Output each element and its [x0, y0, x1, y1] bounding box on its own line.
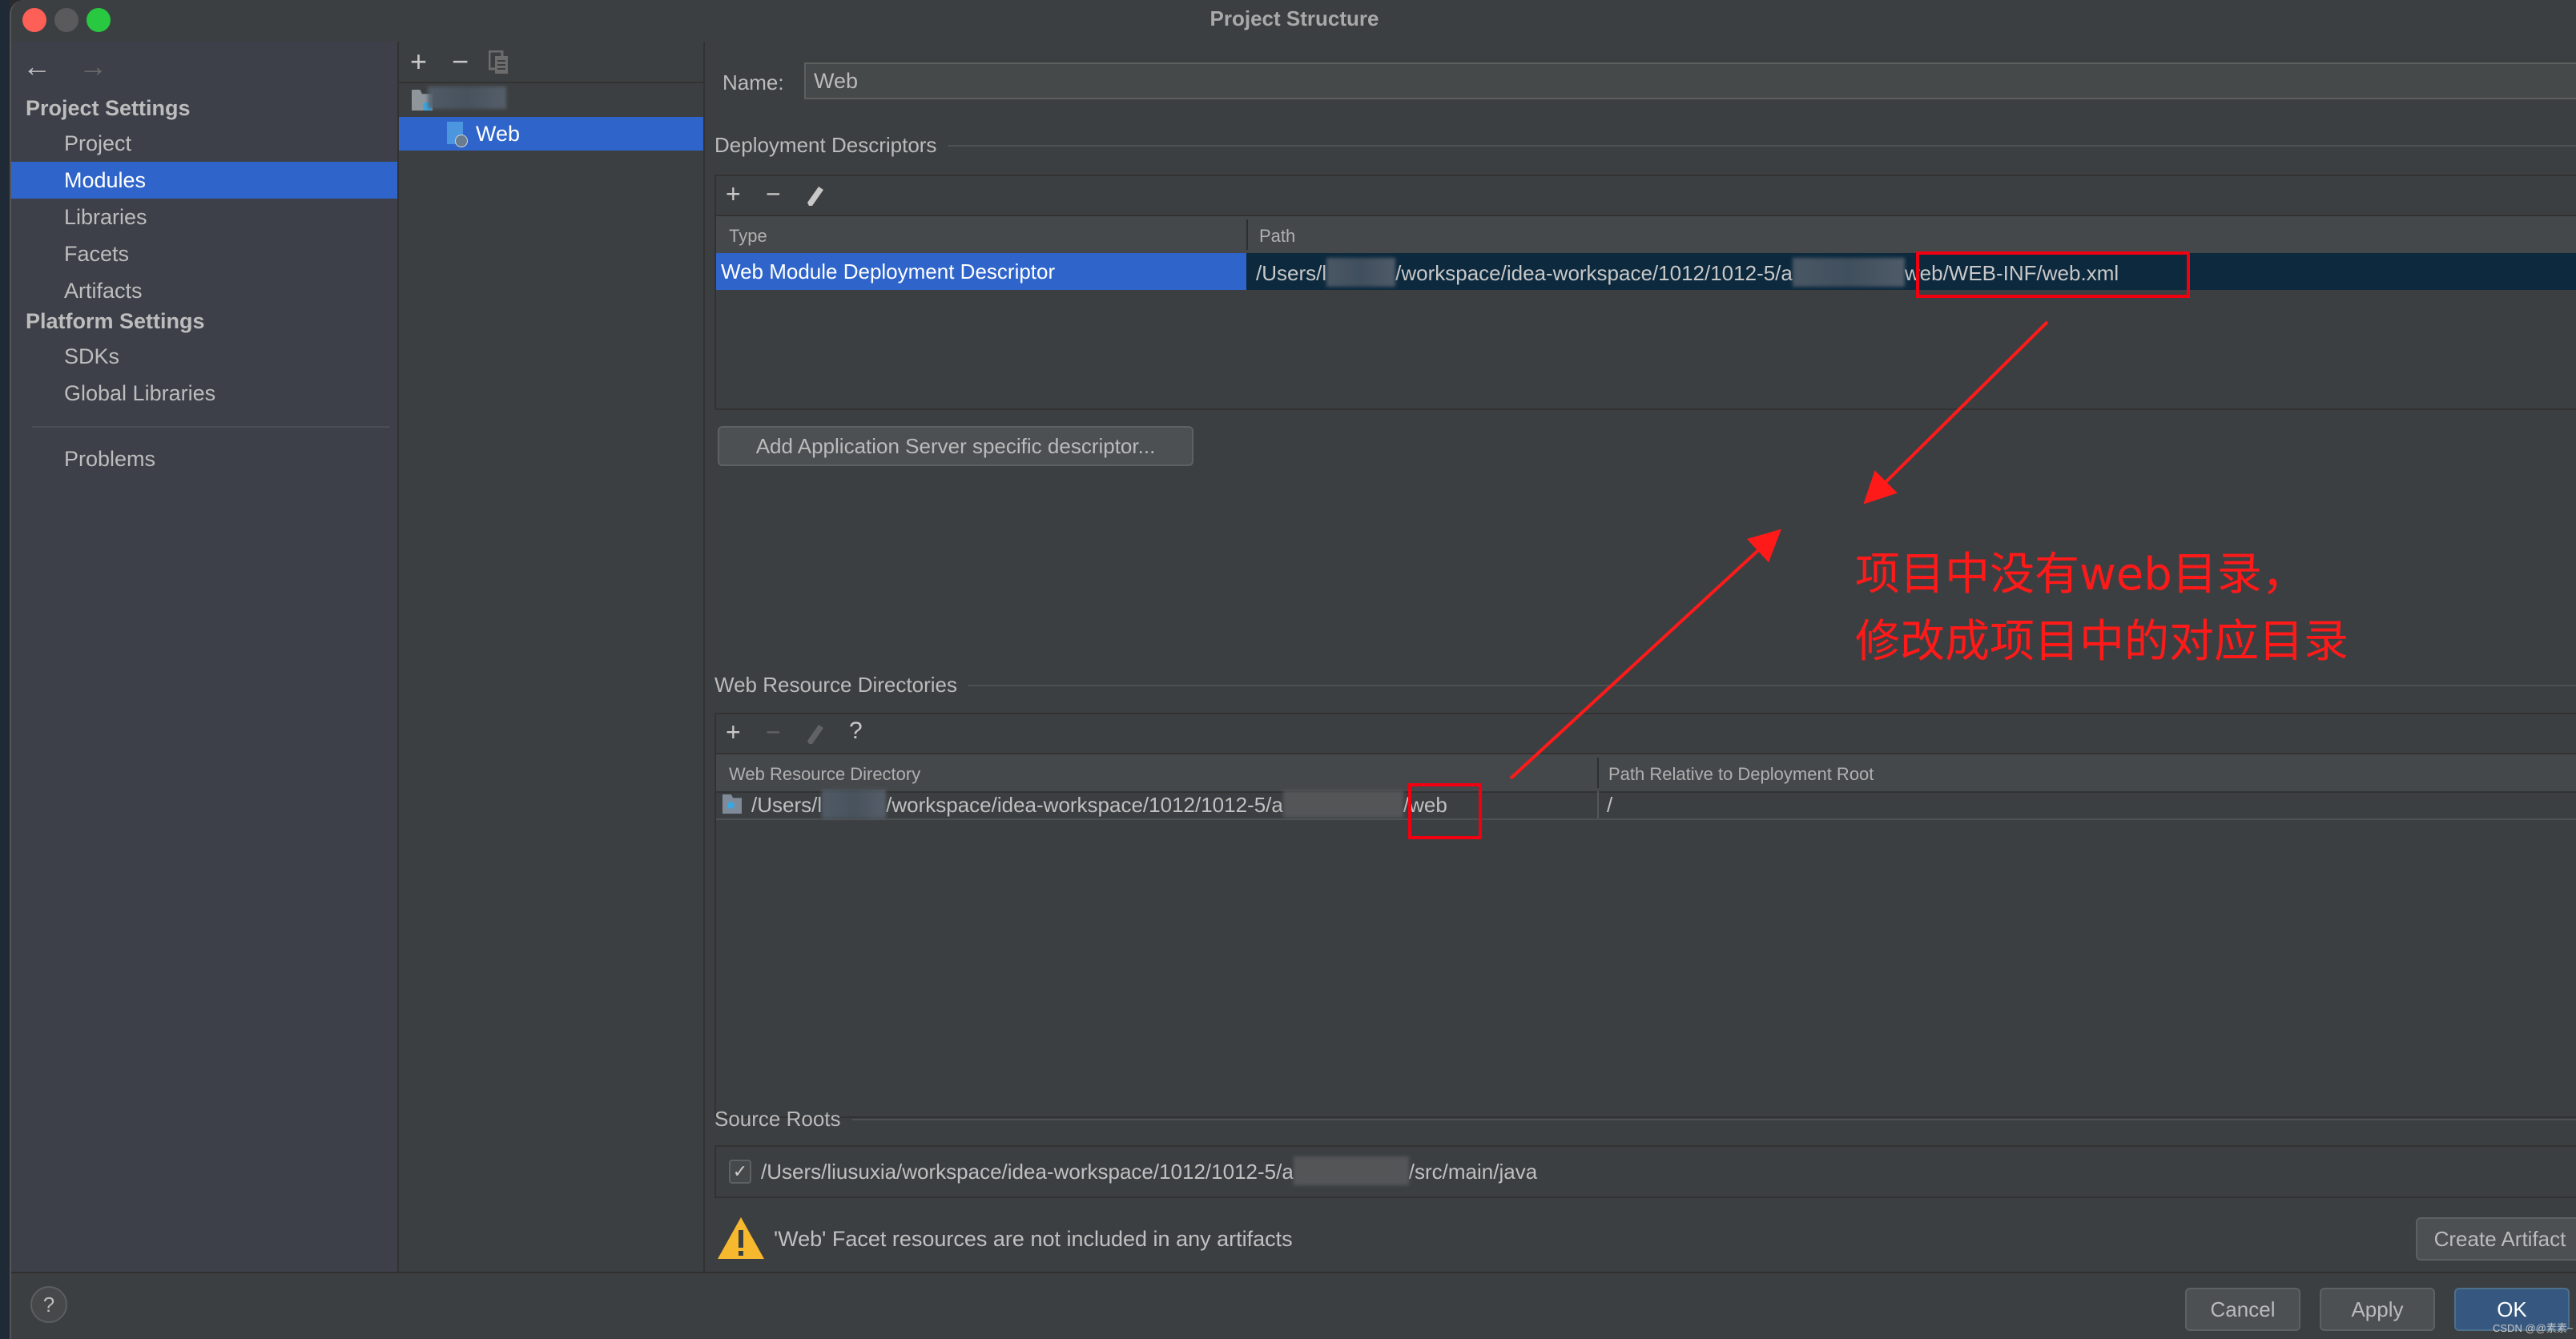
help-button[interactable]: ?: [30, 1286, 67, 1323]
warning-text: 'Web' Facet resources are not included i…: [774, 1227, 1293, 1251]
remove-descriptor-button[interactable]: −: [766, 179, 781, 209]
apply-button[interactable]: Apply: [2320, 1288, 2435, 1331]
redacted-username: [1326, 258, 1396, 288]
descriptors-toolbar: + −: [716, 176, 2576, 215]
back-arrow-icon[interactable]: ←: [22, 50, 51, 83]
redacted-username: [822, 790, 887, 819]
source-path-prefix: /Users/liusuxia/workspace/idea-workspace…: [761, 1160, 1294, 1184]
column-header-relative-path[interactable]: Path Relative to Deployment Root: [1608, 764, 1874, 785]
sidebar-item-project[interactable]: Project: [11, 125, 397, 162]
deployment-descriptors-title: Deployment Descriptors: [714, 133, 937, 157]
dir-prefix: /Users/l: [751, 793, 823, 817]
tree-item-web-label: Web: [476, 122, 521, 146]
add-descriptor-button[interactable]: +: [726, 179, 741, 209]
relative-path-value[interactable]: /: [1607, 793, 1612, 818]
source-roots-panel: ✓ /Users/liusuxia/workspace/idea-workspa…: [714, 1145, 2576, 1198]
dir-mid: /workspace/idea-workspace/1012/1012-5/a: [886, 793, 1283, 817]
redacted-project-name: [1282, 790, 1403, 818]
redacted-module-name: [428, 86, 506, 109]
tree-item-web[interactable]: Web: [399, 117, 703, 151]
deployment-descriptors-header: Deployment Descriptors: [714, 133, 2576, 158]
add-module-button[interactable]: +: [410, 45, 427, 78]
source-roots-title: Source Roots: [714, 1107, 841, 1131]
column-separator[interactable]: [1246, 219, 1248, 250]
column-header-type[interactable]: Type: [729, 226, 767, 247]
background-ide-edge: [0, 0, 10, 1339]
remove-resource-dir-button[interactable]: −: [766, 718, 781, 747]
remove-module-button[interactable]: −: [452, 45, 469, 78]
sidebar-item-problems[interactable]: Problems: [11, 440, 397, 477]
settings-sidebar: ← → Project Settings Project Modules Lib…: [11, 42, 399, 1272]
column-header-web-resource-directory[interactable]: Web Resource Directory: [729, 764, 920, 785]
dialog-footer: ? Cancel Apply OK CSDN @@素素~: [11, 1272, 2576, 1339]
section-project-settings: Project Settings: [26, 96, 191, 120]
section-platform-settings: Platform Settings: [26, 309, 205, 333]
name-input[interactable]: [804, 62, 2576, 99]
tree-toolbar: + −: [399, 42, 703, 83]
redacted-project-name: [1293, 1156, 1409, 1186]
help-icon[interactable]: ?: [849, 718, 863, 745]
module-tree-panel: + − Web: [399, 42, 705, 1272]
name-label: Name:: [722, 70, 784, 94]
csdn-watermark: CSDN @@素素~: [2493, 1322, 2574, 1334]
pencil-icon[interactable]: [806, 722, 825, 752]
redacted-project-name: [1792, 258, 1905, 288]
descriptor-type-cell[interactable]: Web Module Deployment Descriptor: [716, 253, 1246, 290]
path-prefix: /Users/l: [1256, 261, 1327, 285]
cancel-button[interactable]: Cancel: [2185, 1288, 2300, 1331]
descriptor-path-cell[interactable]: /Users/l/workspace/idea-workspace/1012/1…: [1248, 253, 2576, 290]
path-mid: /workspace/idea-workspace/1012/1012-5/a: [1395, 261, 1793, 285]
warning-icon: [718, 1217, 764, 1259]
deployment-descriptors-panel: + − Type Path Web Module Deployment Desc…: [714, 175, 2576, 410]
descriptor-table-row[interactable]: Web Module Deployment Descriptor /Users/…: [716, 253, 2576, 290]
resource-dirs-table-header: Web Resource Directory Path Relative to …: [716, 753, 2576, 793]
sidebar-item-sdks[interactable]: SDKs: [11, 338, 397, 375]
annotation-text: 项目中没有web目录， 修改成项目中的对应目录: [1855, 541, 2349, 676]
folder-web-badge-icon: [727, 802, 735, 809]
descriptor-type: Web Module Deployment Descriptor: [721, 259, 1056, 283]
source-root-checkbox[interactable]: ✓: [729, 1160, 751, 1184]
create-artifact-button[interactable]: Create Artifact: [2416, 1217, 2576, 1261]
column-separator[interactable]: [1597, 758, 1599, 788]
descriptors-table-header: Type Path: [716, 215, 2576, 255]
pencil-icon[interactable]: [806, 184, 825, 214]
sidebar-item-facets[interactable]: Facets: [11, 235, 397, 272]
resource-dirs-toolbar: + − ?: [716, 714, 2576, 753]
column-separator: [1597, 791, 1599, 818]
source-path-suffix: /src/main/java: [1408, 1160, 1538, 1184]
window-title: Project Structure: [1210, 6, 1379, 30]
tree-item-project-root[interactable]: [399, 85, 703, 117]
group-divider: [948, 144, 2576, 147]
sidebar-item-global-libraries[interactable]: Global Libraries: [11, 375, 397, 412]
group-divider: [968, 684, 2576, 686]
sidebar-divider: [32, 426, 389, 428]
nav-arrows: ← →: [22, 50, 127, 83]
title-bar: Project Structure: [11, 0, 2576, 42]
annotation-line-2: 修改成项目中的对应目录: [1855, 616, 2349, 668]
forward-arrow-icon[interactable]: →: [78, 50, 107, 83]
resource-dir-table-row[interactable]: /Users/l/workspace/idea-workspace/1012/1…: [716, 790, 2576, 820]
add-resource-dir-button[interactable]: +: [726, 718, 741, 747]
annotation-line-1: 项目中没有web目录，: [1855, 549, 2307, 601]
sidebar-item-libraries[interactable]: Libraries: [11, 199, 397, 235]
web-resource-directories-panel: + − ? Web Resource Directory Path Relati…: [714, 713, 2576, 1118]
source-root-path: /Users/liusuxia/workspace/idea-workspace…: [761, 1156, 1538, 1186]
column-header-path[interactable]: Path: [1259, 226, 1295, 247]
highlight-box-web-dir: [1408, 783, 1482, 839]
web-resource-directories-header: Web Resource Directories: [714, 673, 2576, 698]
sidebar-item-artifacts[interactable]: Artifacts: [11, 272, 397, 309]
add-server-descriptor-button[interactable]: Add Application Server specific descript…: [718, 426, 1193, 466]
sidebar-item-modules[interactable]: Modules: [11, 162, 397, 199]
globe-icon: [455, 135, 468, 147]
web-resource-directories-title: Web Resource Directories: [714, 673, 957, 697]
resource-dir-path: /Users/l/workspace/idea-workspace/1012/1…: [751, 790, 1447, 819]
highlight-box-descriptor-path: [1916, 251, 2190, 298]
source-roots-header: Source Roots: [714, 1107, 2576, 1132]
group-divider: [851, 1118, 2576, 1120]
copy-icon[interactable]: [488, 48, 509, 82]
